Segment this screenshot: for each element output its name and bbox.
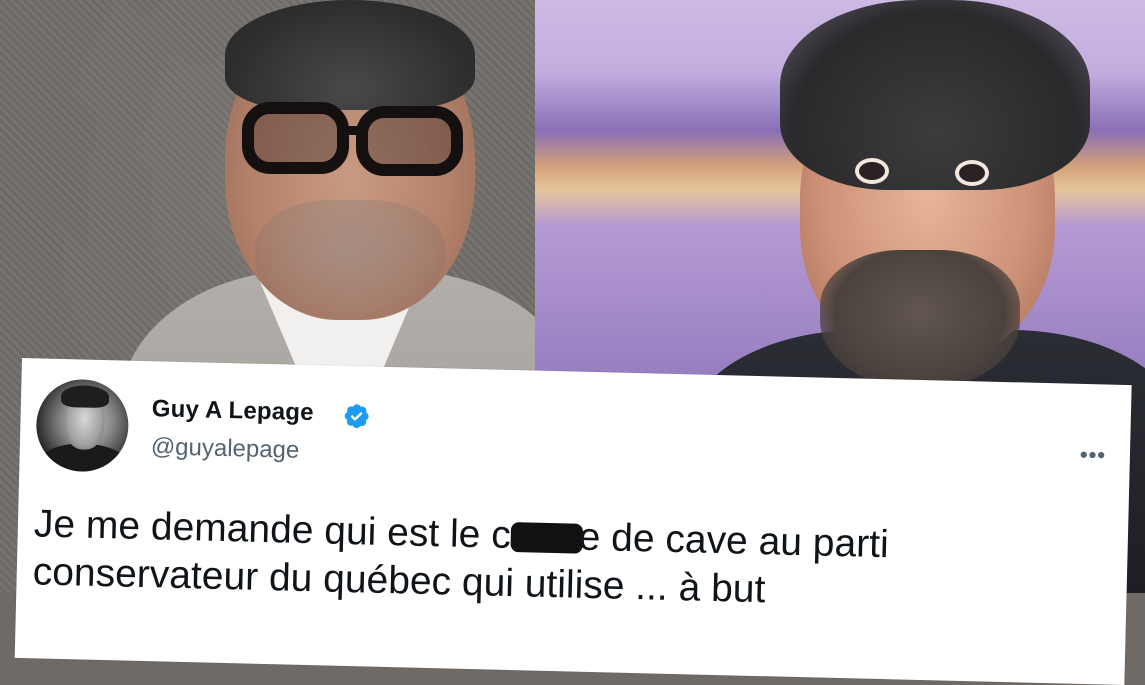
tweet-text: Je me demande qui est le c e de cave au p… — [32, 500, 1094, 622]
left-person-beard — [255, 200, 445, 320]
right-person-eye-right — [955, 160, 989, 186]
verified-badge-icon — [344, 404, 369, 429]
tweet-text-part2: e de cave au parti — [578, 515, 890, 567]
right-person-beard — [820, 250, 1020, 390]
tweet-card[interactable]: Guy A Lepage @guyalepage ••• Je me deman… — [14, 358, 1132, 685]
left-person-hair — [225, 0, 475, 110]
right-person-eye-left — [855, 158, 889, 184]
more-horizontal-icon[interactable]: ••• — [1080, 442, 1107, 469]
right-person-hair — [780, 0, 1090, 190]
display-name[interactable]: Guy A Lepage — [151, 395, 314, 427]
handle[interactable]: @guyalepage — [151, 433, 300, 465]
avatar[interactable] — [35, 378, 130, 473]
avatar-hair — [60, 384, 110, 409]
tweet-text-part1: Je me demande qui est le c — [33, 502, 512, 557]
redaction-mark — [510, 521, 584, 554]
glasses-icon — [242, 102, 463, 176]
